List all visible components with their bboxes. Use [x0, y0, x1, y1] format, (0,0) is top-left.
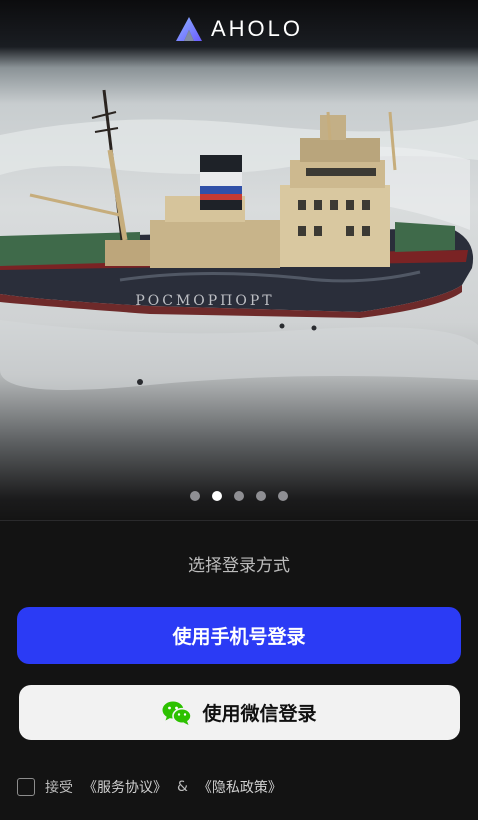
- agreement-and-text: &: [177, 779, 188, 795]
- carousel-dot-active[interactable]: [212, 491, 222, 501]
- brand-name: AHOLO: [210, 16, 304, 41]
- ship-hull-text: РОСМОРПОРТ: [135, 293, 274, 309]
- carousel-dot[interactable]: [190, 491, 200, 501]
- carousel-dot[interactable]: [278, 491, 288, 501]
- agreement-accept-text: 接受: [45, 780, 73, 796]
- wechat-login-button[interactable]: 使用微信登录: [19, 685, 460, 740]
- divider: [0, 520, 478, 521]
- icebreaker-ship-image: РОСМОРПОРТ: [0, 89, 478, 390]
- carousel-dot[interactable]: [234, 491, 244, 501]
- hero-carousel[interactable]: РОСМОРПОРТ AHOLO: [0, 0, 478, 520]
- brand-logo: AHOLO: [0, 14, 478, 44]
- carousel-dot[interactable]: [256, 491, 266, 501]
- wechat-login-label: 使用微信登录: [202, 703, 317, 725]
- phone-login-button[interactable]: 使用手机号登录: [17, 607, 461, 664]
- wechat-icon: [162, 701, 193, 725]
- service-agreement-link[interactable]: 《服务协议》: [83, 777, 167, 797]
- agreement-row: 接受 《服务协议》 & 《隐私政策》: [17, 776, 282, 798]
- aholo-logo-icon: [175, 17, 202, 41]
- privacy-policy-link[interactable]: 《隐私政策》: [198, 777, 282, 797]
- agreement-checkbox[interactable]: [17, 778, 35, 796]
- phone-login-label: 使用手机号登录: [172, 626, 306, 648]
- carousel-indicator: [0, 491, 478, 501]
- login-method-title: 选择登录方式: [188, 556, 290, 576]
